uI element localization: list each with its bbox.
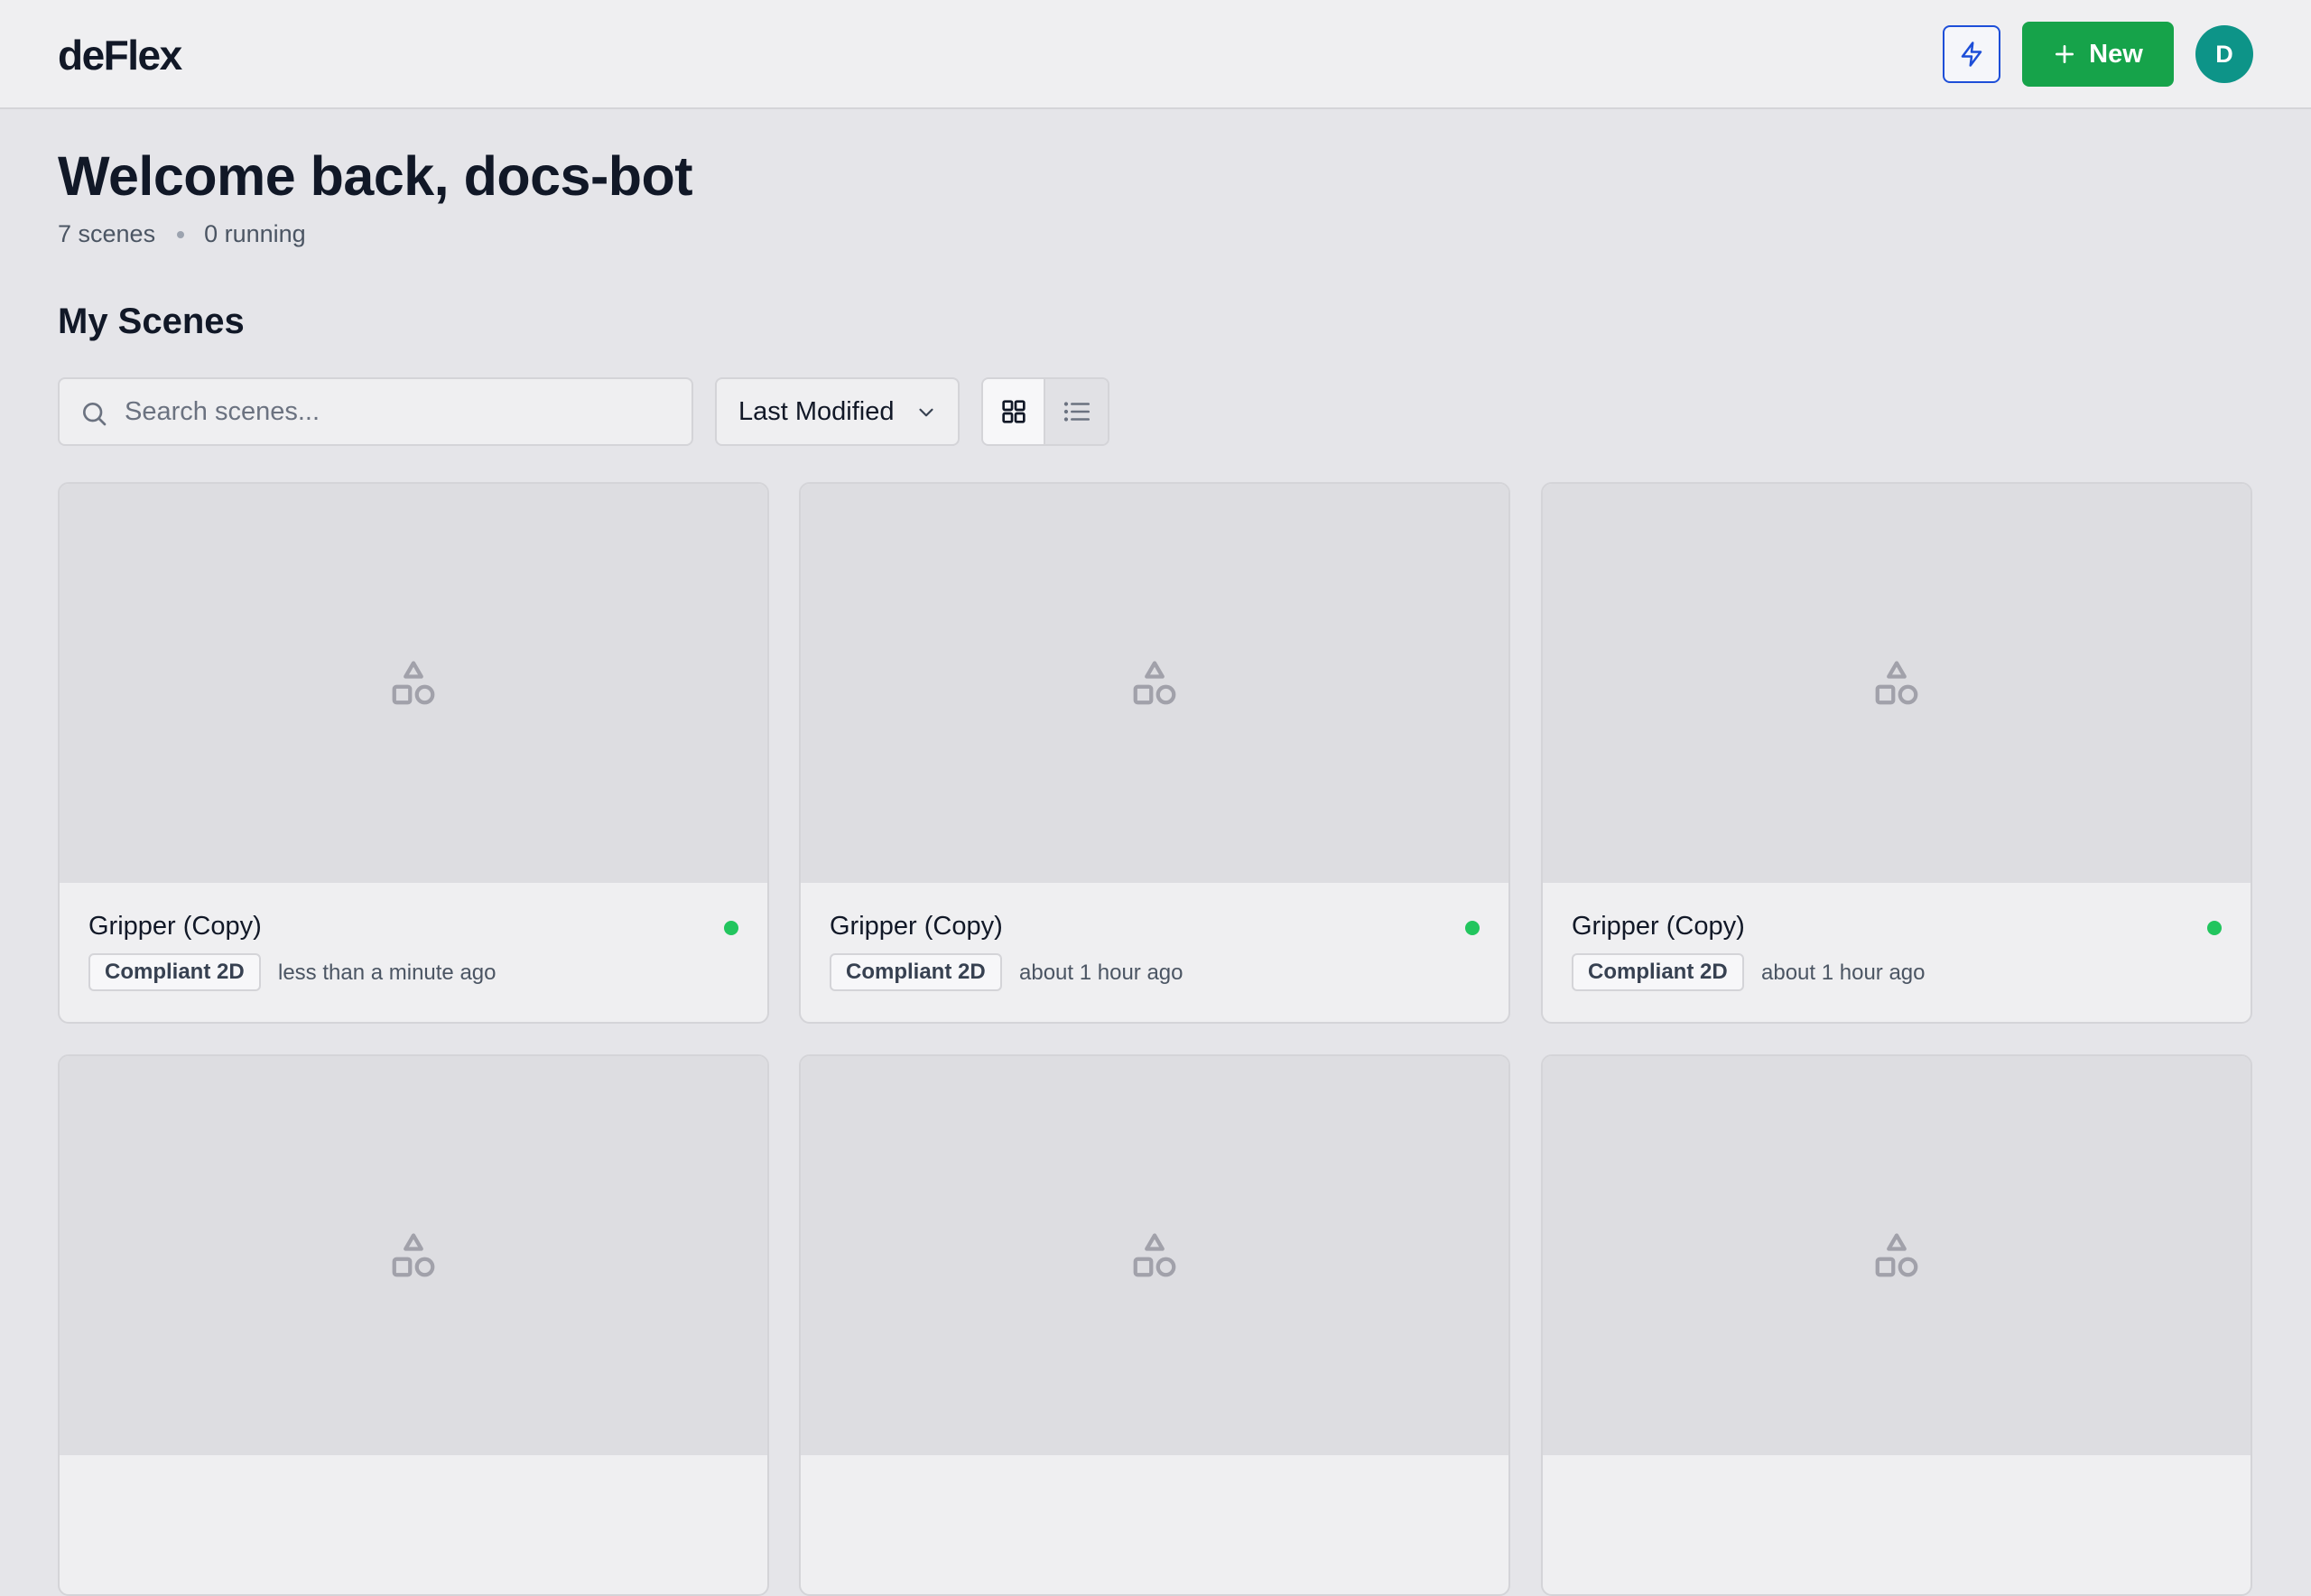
scene-thumbnail bbox=[1543, 484, 2251, 883]
scene-name: Gripper (Copy) bbox=[830, 912, 1003, 941]
status-indicator bbox=[1465, 921, 1480, 935]
sort-label: Last Modified bbox=[738, 396, 895, 426]
status-indicator bbox=[724, 921, 738, 935]
grid-view-button[interactable] bbox=[983, 379, 1046, 444]
scene-card[interactable] bbox=[799, 1054, 1510, 1596]
new-button-label: New bbox=[2089, 39, 2143, 69]
scene-thumbnail bbox=[1543, 1056, 2251, 1455]
scene-stats: 7 scenes 0 running bbox=[58, 220, 306, 248]
app-logo[interactable]: deFlex bbox=[58, 31, 182, 79]
scene-type-badge: Compliant 2D bbox=[1572, 953, 1744, 991]
page-title: Welcome back, docs-bot bbox=[58, 145, 693, 207]
modified-time: about 1 hour ago bbox=[1761, 960, 1926, 985]
scene-card[interactable]: Gripper (Copy) Compliant 2D about 1 hour… bbox=[799, 482, 1510, 1024]
running-count: 0 running bbox=[204, 220, 306, 247]
scenes-count: 7 scenes bbox=[58, 220, 156, 247]
avatar-initial: D bbox=[2215, 40, 2233, 68]
search-box[interactable] bbox=[58, 377, 693, 446]
top-header: deFlex New D bbox=[0, 0, 2311, 109]
scene-card[interactable]: Gripper (Copy) Compliant 2D about 1 hour… bbox=[1541, 482, 2252, 1024]
scene-name: Gripper (Copy) bbox=[88, 912, 262, 941]
shapes-icon bbox=[1133, 661, 1176, 705]
status-indicator bbox=[2207, 921, 2222, 935]
new-scene-button[interactable]: New bbox=[2022, 22, 2174, 87]
shapes-icon bbox=[1133, 1233, 1176, 1277]
shapes-icon bbox=[392, 1233, 435, 1277]
scene-type-badge: Compliant 2D bbox=[830, 953, 1002, 991]
quick-actions-button[interactable] bbox=[1943, 25, 2000, 83]
plus-icon bbox=[2056, 44, 2074, 64]
scene-card[interactable] bbox=[58, 1054, 769, 1596]
scene-thumbnail bbox=[801, 1056, 1508, 1455]
user-avatar[interactable]: D bbox=[2195, 25, 2253, 83]
shapes-icon bbox=[1875, 1233, 1918, 1277]
scene-card[interactable] bbox=[1541, 1054, 2252, 1596]
scene-thumbnail bbox=[60, 484, 767, 883]
section-title: My Scenes bbox=[58, 302, 245, 341]
modified-time: less than a minute ago bbox=[278, 960, 497, 985]
modified-time: about 1 hour ago bbox=[1019, 960, 1183, 985]
grid-icon bbox=[1001, 400, 1026, 423]
view-toggle bbox=[981, 377, 1109, 446]
shapes-icon bbox=[392, 661, 435, 705]
search-icon bbox=[83, 403, 107, 426]
list-icon bbox=[1063, 402, 1090, 422]
scene-thumbnail bbox=[801, 484, 1508, 883]
shapes-icon bbox=[1875, 661, 1918, 705]
chevron-down-icon bbox=[919, 408, 933, 417]
scene-name: Gripper (Copy) bbox=[1572, 912, 1745, 941]
lightning-bolt-icon bbox=[1961, 42, 1982, 67]
separator-dot bbox=[177, 230, 185, 238]
search-input[interactable] bbox=[125, 379, 675, 444]
scene-thumbnail bbox=[60, 1056, 767, 1455]
list-view-button[interactable] bbox=[1045, 379, 1108, 444]
scene-type-badge: Compliant 2D bbox=[88, 953, 261, 991]
sort-dropdown[interactable]: Last Modified bbox=[715, 377, 960, 446]
scene-card[interactable]: Gripper (Copy) Compliant 2D less than a … bbox=[58, 482, 769, 1024]
